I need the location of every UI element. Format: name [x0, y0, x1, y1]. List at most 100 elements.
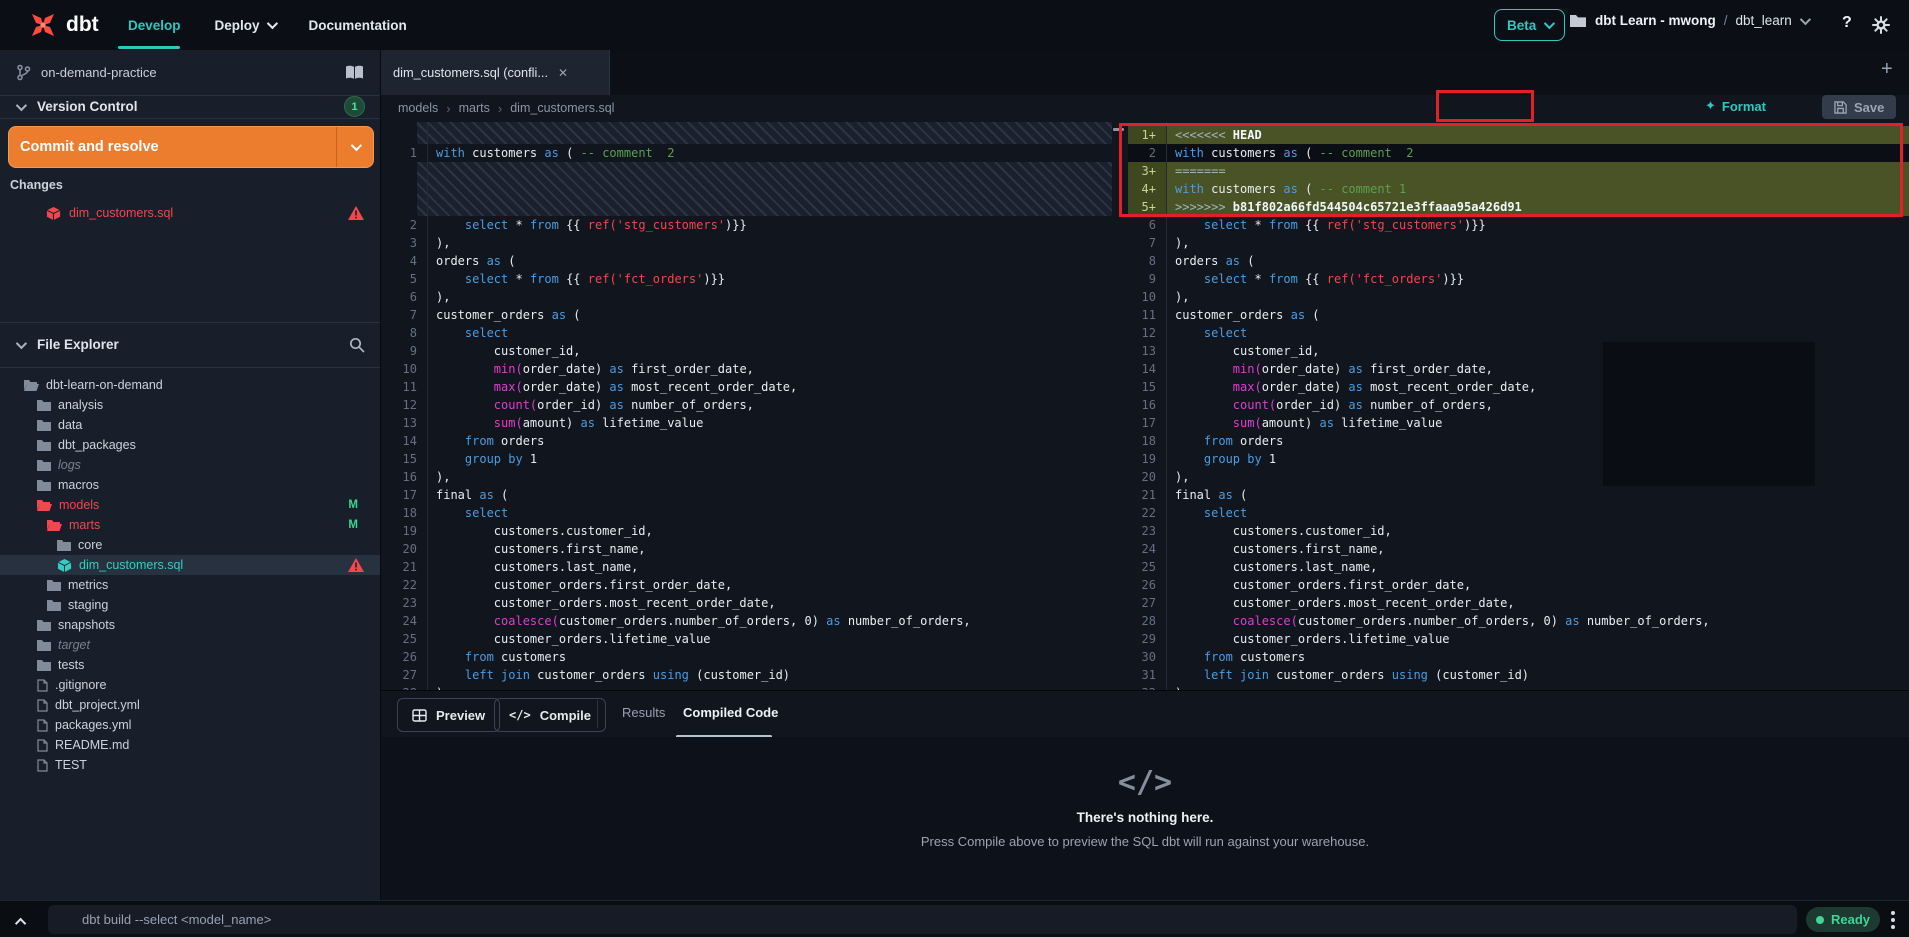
editor-pane-working[interactable]: 1with customers as ( -- comment 22 selec… [380, 122, 1112, 690]
code-line: 4+with customers as ( -- comment 1 [1128, 180, 1909, 198]
kebab-menu-icon[interactable] [1891, 909, 1895, 930]
breadcrumb-marts[interactable]: marts [459, 101, 490, 115]
tree-item-label: target [58, 638, 90, 652]
code-line: 23 customers.customer_id, [1128, 522, 1909, 540]
tree-item-label: snapshots [58, 618, 115, 632]
expand-command-bar-icon[interactable] [15, 918, 26, 929]
help-icon[interactable]: ? [1842, 14, 1852, 32]
code-line: 6 select * from {{ ref('stg_customers')}… [1128, 216, 1909, 234]
tab-results[interactable]: Results [622, 705, 665, 720]
tree-item-logs[interactable]: logs [0, 455, 380, 475]
docs-book-icon[interactable] [345, 65, 364, 80]
tree-item-label: dbt_project.yml [55, 698, 140, 712]
project-name: dbt Learn - mwong [1595, 13, 1716, 28]
breadcrumb-separator: › [446, 101, 450, 116]
tree-item-readme-md[interactable]: README.md [0, 735, 380, 755]
conflict-warning-icon [348, 206, 364, 220]
floppy-disk-icon [1834, 101, 1847, 114]
code-line: 8orders as ( [1128, 252, 1909, 270]
invocation-toolbar: Preview </> Compile Results Compiled Cod… [381, 690, 1909, 738]
tree-item-dim-customers-sql[interactable]: dim_customers.sql [0, 555, 380, 575]
tree-item-core[interactable]: core [0, 535, 380, 555]
tab-dim-customers[interactable]: dim_customers.sql (confli... ✕ [381, 50, 610, 95]
code-line: 5+>>>>>>> b81f802a66fd544504c65721e3ffaa… [1128, 198, 1909, 216]
tree-item-marts[interactable]: martsM [0, 515, 380, 535]
code-line: 13 sum(amount) as lifetime_value [380, 414, 1112, 432]
file-icon [0, 739, 48, 752]
tree-item-data[interactable]: data [0, 415, 380, 435]
code-line: 19 customers.customer_id, [380, 522, 1112, 540]
tree-item-target[interactable]: target [0, 635, 380, 655]
code-line: 22 customer_orders.first_order_date, [380, 576, 1112, 594]
tree-item-tests[interactable]: tests [0, 655, 380, 675]
status-label: Ready [1831, 912, 1870, 927]
dbt-logo[interactable]: dbt [28, 10, 99, 40]
code-line: 20 customers.first_name, [380, 540, 1112, 558]
nav-develop[interactable]: Develop [128, 18, 181, 33]
code-line: 2with customers as ( -- comment 2 [1128, 144, 1909, 162]
code-line: 26 from customers [380, 648, 1112, 666]
commit-button-label: Commit and resolve [9, 139, 159, 155]
tree-item-label: tests [58, 658, 84, 672]
gear-icon[interactable] [1871, 15, 1891, 35]
tree-item-dbt-packages[interactable]: dbt_packages [0, 435, 380, 455]
nav-documentation[interactable]: Documentation [309, 18, 407, 33]
save-button[interactable]: Save [1822, 95, 1896, 119]
folder-icon [0, 399, 51, 411]
tree-item-analysis[interactable]: analysis [0, 395, 380, 415]
command-prompt-text: dbt build --select <model_name> [82, 912, 271, 927]
folder-icon [0, 659, 51, 671]
new-tab-button[interactable]: + [1881, 58, 1893, 81]
command-input[interactable]: dbt build --select <model_name> [48, 905, 1797, 934]
commit-and-resolve-button[interactable]: Commit and resolve [8, 126, 374, 168]
chevron-down-icon [266, 18, 277, 29]
results-panel: </> There's nothing here. Press Compile … [381, 737, 1909, 900]
breadcrumb-separator: › [498, 101, 502, 116]
project-switcher[interactable]: dbt Learn - mwong / dbt_learn [1569, 13, 1808, 28]
preview-button[interactable]: Preview [397, 698, 500, 732]
tab-label: dim_customers.sql (confli... [393, 65, 548, 80]
folder-icon [0, 439, 51, 451]
version-control-header[interactable]: Version Control 1 [0, 95, 380, 118]
tree-item-macros[interactable]: macros [0, 475, 380, 495]
tree-item-test[interactable]: TEST [0, 755, 380, 775]
breadcrumb-models[interactable]: models [398, 101, 438, 115]
folder-open-icon [0, 379, 39, 391]
file-tree: dbt-learn-on-demandanalysisdatadbt_packa… [0, 375, 380, 775]
tree-item-dbt-project-yml[interactable]: dbt_project.yml [0, 695, 380, 715]
tree-item-metrics[interactable]: metrics [0, 575, 380, 595]
tree-item-models[interactable]: modelsM [0, 495, 380, 515]
format-button[interactable]: ✦ Format [1705, 99, 1766, 114]
tree-item-snapshots[interactable]: snapshots [0, 615, 380, 635]
code-line: 11customer_orders as ( [1128, 306, 1909, 324]
close-icon[interactable]: ✕ [558, 66, 568, 80]
chevron-down-icon [1800, 13, 1811, 24]
conflict-filler-region [380, 122, 1112, 144]
nav-deploy[interactable]: Deploy [215, 18, 275, 33]
search-icon[interactable] [349, 337, 365, 353]
tree-item-staging[interactable]: staging [0, 595, 380, 615]
code-line: 31 left join customer_orders using (cust… [1128, 666, 1909, 684]
empty-state-code-icon: </> [381, 765, 1909, 800]
tree-item-label: dim_customers.sql [79, 558, 183, 572]
folder-icon [0, 599, 61, 611]
tab-compiled-code[interactable]: Compiled Code [683, 705, 778, 720]
code-line: 10 min(order_date) as first_order_date, [380, 360, 1112, 378]
file-icon [0, 759, 48, 772]
code-line: 24 coalesce(customer_orders.number_of_or… [380, 612, 1112, 630]
commit-options-toggle[interactable] [336, 127, 373, 167]
breadcrumb-file[interactable]: dim_customers.sql [510, 101, 614, 115]
beta-dropdown[interactable]: Beta [1494, 9, 1565, 41]
changed-file-row[interactable]: dim_customers.sql [0, 202, 380, 224]
file-explorer-header[interactable]: File Explorer [0, 322, 380, 367]
tree-item-packages-yml[interactable]: packages.yml [0, 715, 380, 735]
file-icon [0, 699, 48, 712]
tree-item--gitignore[interactable]: .gitignore [0, 675, 380, 695]
code-line: 30 from customers [1128, 648, 1909, 666]
code-line: 17final as ( [380, 486, 1112, 504]
compile-button[interactable]: </> Compile [494, 698, 606, 732]
file-explorer-title: File Explorer [37, 337, 119, 352]
toolbar-divider [597, 700, 598, 728]
sidebar: on-demand-practice Version Control 1 Com… [0, 50, 381, 900]
tree-item-dbt-learn-on-demand[interactable]: dbt-learn-on-demand [0, 375, 380, 395]
